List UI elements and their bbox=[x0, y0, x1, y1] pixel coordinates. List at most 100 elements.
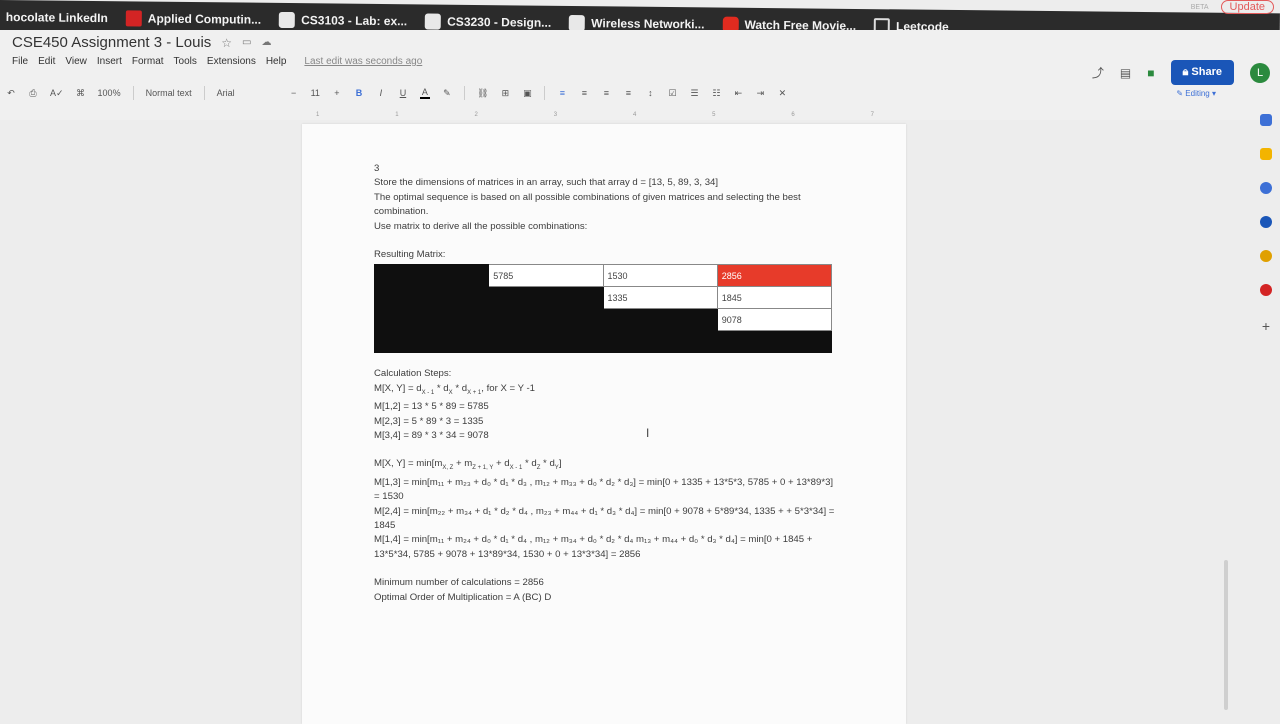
bookmark-linkedin[interactable]: hocolate LinkedIn bbox=[6, 10, 108, 25]
toolbar: ↶ ⎙ A✓ ⌘ 100% Normal text Arial − 11 + B… bbox=[0, 82, 1280, 104]
menu-edit[interactable]: Edit bbox=[38, 56, 55, 67]
italic-button[interactable]: I bbox=[376, 88, 386, 98]
image-icon[interactable]: ▣ bbox=[522, 88, 532, 99]
comment-icon[interactable]: ⊞ bbox=[500, 88, 510, 99]
align-justify-icon[interactable]: ≡ bbox=[623, 88, 633, 98]
lock-icon: 🔒︎ bbox=[1182, 66, 1189, 78]
zoom-select[interactable]: 100% bbox=[98, 88, 121, 98]
align-right-icon[interactable]: ≡ bbox=[601, 88, 611, 98]
decrease-font-button[interactable]: − bbox=[289, 88, 299, 98]
tasks-icon[interactable] bbox=[1260, 182, 1272, 194]
document-body[interactable]: 3 Store the dimensions of matrices in an… bbox=[373, 162, 836, 605]
calc-line: M[1,2] = 13 * 5 * 89 = 5785 bbox=[374, 401, 489, 413]
numbered-list-icon[interactable]: ☷ bbox=[711, 88, 721, 99]
table-cell bbox=[488, 286, 604, 310]
align-left-icon[interactable]: ≡ bbox=[557, 88, 567, 98]
table-row bbox=[373, 330, 833, 354]
menu-view[interactable]: View bbox=[65, 56, 87, 67]
table-cell bbox=[373, 264, 490, 288]
addon-icon[interactable] bbox=[1260, 284, 1272, 296]
move-to-folder-icon[interactable]: ▭ bbox=[242, 37, 251, 48]
editing-mode-select[interactable]: ✎ Editing ▾ bbox=[1176, 89, 1216, 98]
document-title[interactable]: CSE450 Assignment 3 - Louis bbox=[12, 34, 211, 51]
style-select[interactable]: Normal text bbox=[146, 88, 192, 98]
text-color-button[interactable]: A bbox=[419, 87, 430, 99]
calc-line: M[1,4] = min[m₁₁ + m₂₄ + d₀ * d₁ * d₄ , … bbox=[374, 534, 813, 560]
bold-button[interactable]: B bbox=[354, 88, 364, 98]
font-select[interactable]: Arial bbox=[217, 88, 277, 98]
menu-format[interactable]: Format bbox=[132, 56, 164, 67]
browser-top-right: BETA Update bbox=[1191, 0, 1274, 14]
menu-help[interactable]: Help bbox=[266, 56, 287, 67]
bookmark-cs3230[interactable]: CS3230 - Design... bbox=[425, 13, 551, 30]
github-icon bbox=[569, 14, 586, 32]
calendar-icon[interactable] bbox=[1260, 114, 1272, 126]
increase-indent-icon[interactable]: ⇥ bbox=[755, 88, 765, 99]
table-cell: 1530 bbox=[602, 264, 718, 288]
paint-format-icon[interactable]: ⌘ bbox=[76, 88, 86, 99]
activity-icon[interactable]: ⤴ bbox=[1092, 64, 1104, 81]
bookmark-applied-computing[interactable]: Applied Computin... bbox=[125, 10, 261, 27]
ruler-mark: 5 bbox=[712, 112, 716, 118]
scrollbar[interactable] bbox=[1224, 560, 1228, 710]
underline-button[interactable]: U bbox=[398, 88, 408, 98]
comments-icon[interactable]: ▤ bbox=[1120, 66, 1131, 80]
bookmark-cs3103[interactable]: CS3103 - Lab: ex... bbox=[279, 11, 408, 29]
decrease-indent-icon[interactable]: ⇤ bbox=[733, 88, 743, 99]
menu-bar: File Edit View Insert Format Tools Exten… bbox=[12, 56, 422, 67]
subscript: Z + 1, Y bbox=[472, 465, 494, 472]
side-panel: + bbox=[1252, 110, 1280, 720]
menu-insert[interactable]: Insert bbox=[97, 56, 122, 67]
table-cell: 5785 bbox=[488, 264, 604, 288]
maps-icon[interactable] bbox=[1260, 250, 1272, 262]
optimal-order-line: Optimal Order of Multiplication = A (BC)… bbox=[374, 591, 552, 603]
cloud-status-icon[interactable]: ☁ bbox=[262, 37, 272, 48]
spellcheck-icon[interactable]: A✓ bbox=[50, 88, 64, 99]
plus-icon[interactable]: + bbox=[1262, 318, 1270, 334]
intro-line: The optimal sequence is based on all pos… bbox=[374, 191, 801, 218]
document-title-row: CSE450 Assignment 3 - Louis ☆ ▭ ☁ bbox=[12, 34, 272, 51]
increase-font-button[interactable]: + bbox=[332, 88, 342, 98]
beta-label: BETA bbox=[1190, 3, 1209, 11]
keep-icon[interactable] bbox=[1260, 148, 1272, 160]
bookmark-label: CS3103 - Lab: ex... bbox=[301, 13, 408, 29]
menu-extensions[interactable]: Extensions bbox=[207, 56, 256, 67]
ruler-mark: 6 bbox=[791, 112, 795, 118]
site-icon bbox=[125, 10, 142, 27]
undo-icon[interactable]: ↶ bbox=[6, 88, 16, 99]
general-formula-line: M[X, Y] = min[mX, Z + mZ + 1, Y + dX - 1… bbox=[374, 457, 836, 475]
calc-line: M[3,4] = 89 * 3 * 34 = 9078 bbox=[374, 429, 489, 441]
star-icon[interactable]: ☆ bbox=[221, 36, 232, 50]
checklist-icon[interactable]: ☑ bbox=[667, 88, 677, 99]
last-edit-link[interactable]: Last edit was seconds ago bbox=[304, 56, 422, 67]
line-spacing-icon[interactable]: ↕ bbox=[645, 88, 655, 98]
align-center-icon[interactable]: ≡ bbox=[579, 88, 589, 98]
update-button[interactable]: Update bbox=[1220, 0, 1274, 14]
table-cell bbox=[373, 308, 490, 332]
print-icon[interactable]: ⎙ bbox=[28, 88, 38, 99]
clear-formatting-icon[interactable]: ✕ bbox=[777, 88, 787, 99]
bulleted-list-icon[interactable]: ☰ bbox=[689, 88, 699, 99]
table-cell bbox=[716, 330, 833, 354]
subscript: X - 1 bbox=[509, 465, 523, 472]
ruler[interactable]: 1 1 2 3 4 5 6 7 bbox=[300, 108, 890, 122]
highlight-icon[interactable]: ✎ bbox=[442, 88, 452, 99]
menu-tools[interactable]: Tools bbox=[174, 56, 197, 67]
formula-text: + d bbox=[493, 458, 510, 470]
contacts-icon[interactable] bbox=[1260, 216, 1272, 228]
minimum-calculations-line: Minimum number of calculations = 2856 bbox=[374, 577, 544, 589]
table-row: 5785 1530 2856 bbox=[373, 264, 833, 288]
table-cell bbox=[373, 286, 490, 310]
pencil-icon: ✎ bbox=[1176, 88, 1184, 98]
link-icon[interactable]: ⛓ bbox=[477, 88, 488, 99]
font-size-field[interactable]: 11 bbox=[311, 88, 320, 98]
table-row: 9078 bbox=[373, 308, 833, 332]
avatar[interactable]: L bbox=[1250, 62, 1270, 83]
meet-icon[interactable]: ■ bbox=[1147, 66, 1154, 80]
formula-text: * d bbox=[540, 458, 555, 470]
bookmark-label: CS3230 - Design... bbox=[447, 14, 552, 30]
menu-file[interactable]: File bbox=[12, 56, 28, 67]
document-page[interactable]: 3 Store the dimensions of matrices in an… bbox=[302, 124, 906, 724]
